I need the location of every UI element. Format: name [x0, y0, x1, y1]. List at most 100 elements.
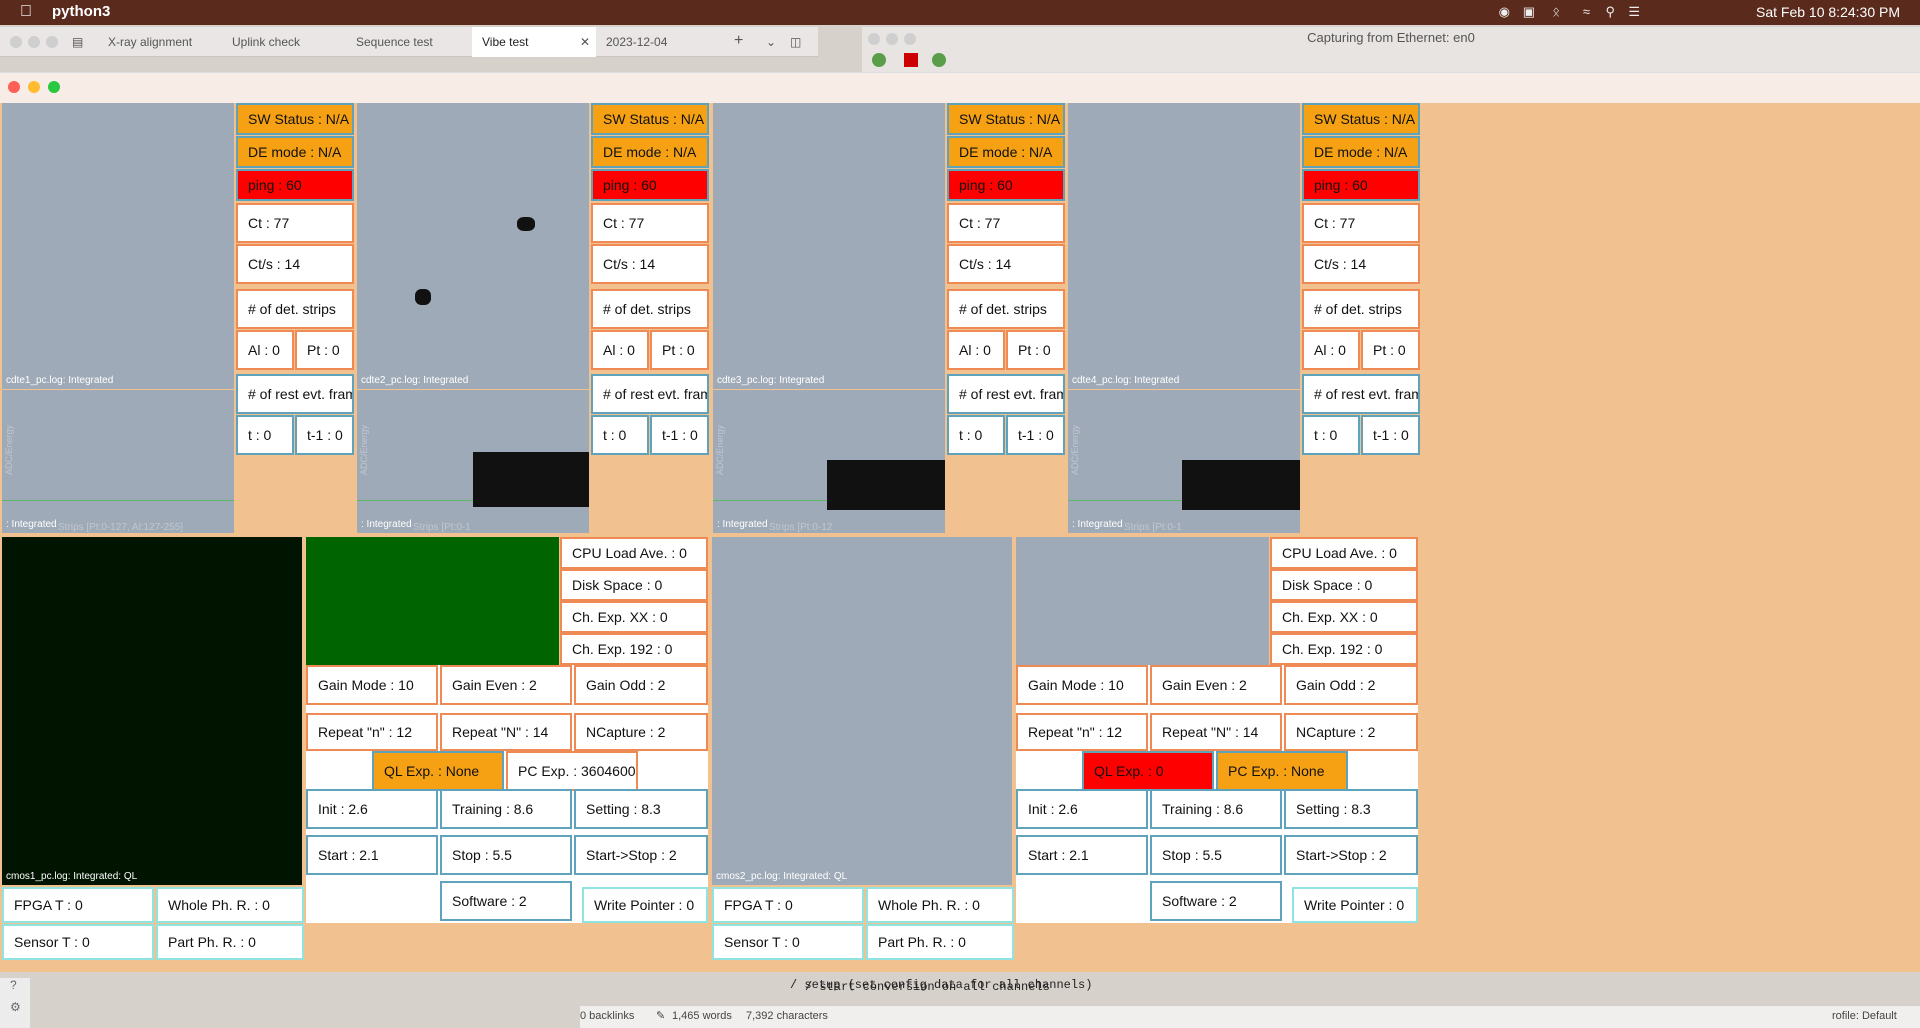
det-strips-label: # of det. strips	[947, 289, 1065, 329]
minimize-icon[interactable]	[28, 81, 40, 93]
disk-space: Disk Space : 0	[560, 569, 708, 601]
write-pointer: Write Pointer : 0	[582, 887, 708, 923]
t-value: t : 0	[591, 415, 649, 455]
cdte-spectrum-plot[interactable]: ADC/Energy Strips [Pt:0-1: Integrated	[357, 390, 589, 533]
shark-fin-icon[interactable]	[872, 53, 886, 67]
cdte-image-plot[interactable]: cdte4_pc.log: Integrated	[1068, 103, 1300, 389]
rest-evt-label: # of rest evt. frame	[947, 374, 1065, 414]
window-titlebar	[0, 73, 1920, 103]
bg-tab-active[interactable]: Vibe test	[472, 27, 596, 57]
ch-exp-xx: Ch. Exp. XX : 0	[560, 601, 708, 633]
software-value: Software : 2	[1150, 881, 1282, 921]
gain-even: Gain Even : 2	[1150, 665, 1282, 705]
backlinks-count[interactable]: 0 backlinks	[580, 1010, 634, 1022]
cmos-row: cmos1_pc.log: Integrated: QL FPGA T : 0 Wh…	[0, 537, 1920, 973]
cdte-status-column: SW Status : N/A DE mode : N/A ping : 60 Ct …	[1302, 103, 1420, 533]
zoom-icon[interactable]	[48, 81, 60, 93]
cdte-image-plot[interactable]: cdte1_pc.log: Integrated	[2, 103, 234, 389]
wifi-icon[interactable]: ≈	[1583, 4, 1590, 19]
sidebar-toggle-icon[interactable]: ▤	[64, 27, 94, 57]
cdte-spectrum-plot[interactable]: ADC/Energy Strips [Pt:0-12: Integrated	[713, 390, 945, 533]
ncapture: NCapture : 2	[1284, 713, 1418, 751]
bg-tab[interactable]: Sequence test	[344, 27, 472, 57]
bg-tab[interactable]: 2023-12-04	[596, 27, 720, 57]
python-main-window: cdte1_pc.log: Integrated ADC/Energy Strips…	[0, 72, 1920, 972]
al-count: Al : 0	[591, 330, 649, 370]
restart-capture-icon[interactable]	[932, 53, 946, 67]
char-count: 7,392 characters	[746, 1010, 828, 1022]
search-icon[interactable]: ⚲	[1605, 4, 1615, 20]
close-icon[interactable]	[8, 81, 20, 93]
control-center-icon[interactable]: ☰	[1628, 4, 1640, 20]
record-icon[interactable]: ◉	[1499, 4, 1510, 20]
al-count: Al : 0	[1302, 330, 1360, 370]
cdte-panel: cdte1_pc.log: Integrated ADC/Energy Strips…	[2, 103, 354, 533]
hit-cluster	[517, 217, 535, 231]
cmos-ql-image[interactable]: cmos1_pc.log: Integrated: QL	[2, 537, 302, 885]
de-mode: DE mode : N/A	[947, 136, 1065, 168]
cdte-row: cdte1_pc.log: Integrated ADC/Energy Strips…	[0, 103, 1920, 533]
ch-exp-192: Ch. Exp. 192 : 0	[1270, 633, 1418, 665]
bg-sidebar: ? ⚙	[0, 978, 30, 1028]
help-icon[interactable]: ?	[10, 978, 17, 992]
ch-exp-xx: Ch. Exp. XX : 0	[1270, 601, 1418, 633]
wireshark-title: Capturing from Ethernet: en0	[1307, 30, 1475, 45]
settings-gear-icon[interactable]: ⚙	[10, 1000, 21, 1014]
repeat-n-lower: Repeat "n" : 12	[1016, 713, 1148, 751]
stop-capture-icon[interactable]	[904, 53, 918, 67]
bg-minimize-icon[interactable]	[28, 36, 40, 48]
tab-close-icon[interactable]: ✕	[580, 27, 594, 57]
ql-caption: cmos1_pc.log: Integrated: QL	[6, 871, 138, 882]
t-minus-1-value: t-1 : 0	[650, 415, 709, 455]
wireshark-window-bar: Capturing from Ethernet: en0	[862, 27, 1920, 75]
cmos-ql-image[interactable]: cmos2_pc.log: Integrated: QL	[712, 537, 1012, 885]
screen-icon[interactable]: ▣	[1523, 4, 1535, 20]
pt-count: Pt : 0	[295, 330, 354, 370]
bg-tab[interactable]: Uplink check	[220, 27, 344, 57]
gain-even: Gain Even : 2	[440, 665, 572, 705]
count-rate: Ct/s : 14	[947, 244, 1065, 284]
repeat-n-upper: Repeat "N" : 14	[440, 713, 572, 751]
apple-icon[interactable]: 	[20, 3, 32, 21]
new-tab-icon[interactable]: +	[734, 27, 750, 57]
fpga-temp: FPGA T : 0	[2, 887, 154, 923]
whole-ph-rate: Whole Ph. R. : 0	[156, 887, 304, 923]
count-rate: Ct/s : 14	[236, 244, 354, 284]
spectrum-ylabel: ADC/Energy	[359, 425, 369, 476]
cdte-status-column: SW Status : N/A DE mode : N/A ping : 60 Ct …	[947, 103, 1065, 533]
scatter-band	[473, 452, 589, 507]
cpu-load: CPU Load Ave. : 0	[560, 537, 708, 569]
cdte-spectrum-plot[interactable]: ADC/Energy Strips [Pt:0-1: Integrated	[1068, 390, 1300, 533]
pt-count: Pt : 0	[1361, 330, 1420, 370]
cpu-load: CPU Load Ave. : 0	[1270, 537, 1418, 569]
cdte-image-plot[interactable]: cdte3_pc.log: Integrated	[713, 103, 945, 389]
fpga-temp: FPGA T : 0	[712, 887, 864, 923]
t-minus-1-value: t-1 : 0	[295, 415, 354, 455]
count-field: Ct : 77	[947, 203, 1065, 243]
part-ph-rate: Part Ph. R. : 0	[866, 924, 1014, 960]
plot-caption: cdte4_pc.log: Integrated	[1072, 375, 1180, 386]
sw-status: SW Status : N/A	[1302, 103, 1420, 135]
cdte-image-plot[interactable]: cdte2_pc.log: Integrated	[357, 103, 589, 389]
cdte-spectrum-plot[interactable]: ADC/Energy Strips [Pt:0-127, Al:127-255]:…	[2, 390, 234, 533]
training-time: Training : 8.6	[440, 789, 572, 829]
sw-status: SW Status : N/A	[236, 103, 354, 135]
menubar-clock: Sat Feb 10 8:24:30 PM	[1756, 4, 1900, 20]
bluetooth-icon[interactable]: ᛟ	[1552, 4, 1560, 19]
spectrum-caption: : Integrated	[717, 519, 768, 530]
app-menu-name[interactable]: python3	[52, 3, 110, 20]
ql-exposure: QL Exp. : None	[372, 751, 504, 791]
cdte-panel: cdte4_pc.log: Integrated ADC/Energy Strips…	[1068, 103, 1420, 533]
ping-status: ping : 60	[591, 169, 709, 201]
macos-menubar:  python3 ◉ ▣ ᛟ ≈ ⚲ ☰ Sat Feb 10 8:24:30…	[0, 0, 1920, 25]
stop-time: Stop : 5.5	[440, 835, 572, 875]
cdte-status-column: SW Status : N/A DE mode : N/A ping : 60 Ct …	[236, 103, 354, 533]
bg-zoom-icon[interactable]	[46, 36, 58, 48]
gain-odd: Gain Odd : 2	[574, 665, 708, 705]
chevron-down-icon[interactable]: ⌄	[766, 27, 782, 57]
bg-close-icon[interactable]	[10, 36, 22, 48]
split-view-icon[interactable]: ◫	[790, 27, 810, 57]
disk-space: Disk Space : 0	[1270, 569, 1418, 601]
part-ph-rate: Part Ph. R. : 0	[156, 924, 304, 960]
bg-tab[interactable]: X-ray alignment	[96, 27, 220, 57]
